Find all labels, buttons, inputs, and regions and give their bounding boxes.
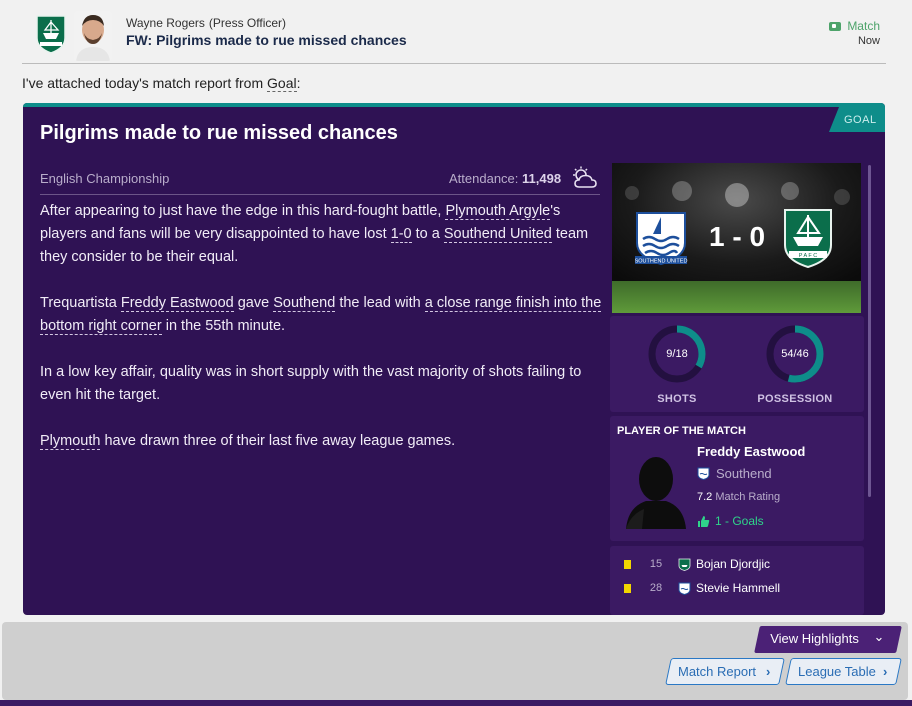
potm-rating: 7.2 Match Rating — [697, 491, 780, 503]
competition-link[interactable]: English Championship — [40, 171, 169, 186]
bottom-border — [0, 700, 912, 706]
score-link[interactable]: 1-0 — [390, 226, 412, 243]
event-row[interactable]: 15 Bojan Djordjic — [610, 555, 864, 575]
paragraph-3: In a low key affair, quality was in shor… — [40, 364, 582, 403]
final-score: 1 - 0 — [708, 221, 766, 252]
match-report-label: Match Report — [678, 664, 757, 679]
yellow-card-icon — [624, 560, 631, 569]
sender-line: Wayne Rogers (Press Officer) — [126, 16, 286, 30]
attendance-label: Attendance: — [449, 171, 519, 186]
intro-suffix: : — [296, 75, 301, 91]
team-link[interactable]: Plymouth Argyle — [445, 203, 551, 220]
plymouth-crest-icon[interactable]: P A F C — [781, 207, 835, 269]
chevron-down-icon: ⌄ — [873, 629, 885, 644]
southend-crest-icon — [697, 467, 710, 480]
event-row[interactable]: 28 Stevie Hammell — [610, 579, 864, 599]
view-highlights-button[interactable]: View Highlights ⌄ — [754, 626, 902, 653]
shots-ring[interactable]: 9/18 — [647, 324, 707, 384]
message-header: Wayne Rogers (Press Officer) FW: Pilgrims… — [0, 0, 912, 66]
player-link[interactable]: Freddy Eastwood — [120, 295, 234, 312]
league-table-label: League Table — [798, 664, 876, 679]
potm-heading: PLAYER OF THE MATCH — [617, 425, 746, 437]
shots-label: SHOTS — [657, 393, 697, 405]
sidebar-scrollbar[interactable] — [868, 165, 871, 497]
shots-value: 9/18 — [666, 348, 688, 360]
sender-avatar[interactable] — [74, 11, 112, 61]
plymouth-crest-icon[interactable] — [34, 14, 68, 54]
potm-rating-value: 7.2 — [697, 491, 713, 503]
match-tag-label: Match — [847, 19, 880, 33]
potm-rating-label: Match Rating — [715, 491, 781, 503]
yellow-card-icon — [624, 584, 631, 593]
header-divider — [22, 63, 886, 64]
paragraph-2: Trequartista Freddy Eastwood gave Southe… — [40, 295, 602, 335]
player-silhouette-icon[interactable] — [624, 453, 688, 529]
team-link[interactable]: Southend United — [443, 226, 552, 243]
team-link[interactable]: Plymouth — [40, 433, 101, 450]
home-crest-text: SOUTHEND UNITED — [635, 259, 688, 265]
match-events-panel: 15 Bojan Djordjic 28 Stevie Hammell — [610, 546, 864, 615]
message-time: Now — [857, 35, 880, 47]
southend-crest-icon — [678, 582, 691, 595]
ticket-icon — [829, 21, 842, 31]
away-crest-text: P A F C — [799, 253, 818, 259]
potm-club-name: Southend — [716, 466, 772, 481]
plymouth-crest-icon — [678, 558, 691, 571]
potm-club[interactable]: Southend — [697, 466, 772, 481]
southend-crest-icon[interactable]: SOUTHEND UNITED — [631, 209, 691, 267]
match-report-button[interactable]: Match Report › — [665, 658, 785, 685]
thumbs-up-icon — [698, 515, 710, 527]
attendance: Attendance: 11,498 — [449, 171, 561, 186]
sender-role: (Press Officer) — [208, 16, 287, 30]
event-player[interactable]: Bojan Djordjic — [696, 557, 770, 571]
sender-name[interactable]: Wayne Rogers — [126, 16, 205, 30]
match-stats-panel: 9/18 SHOTS 54/46 POSSESSION — [610, 316, 864, 412]
card-accent-bar — [23, 103, 885, 107]
source-link[interactable]: Goal — [267, 75, 297, 92]
potm-goals: 1 - Goals — [697, 514, 764, 528]
league-table-button[interactable]: League Table › — [785, 658, 902, 685]
intro-text: I've attached today's match report from … — [22, 75, 301, 92]
potm-goals-label: 1 - Goals — [715, 514, 764, 528]
chevron-right-icon: › — [766, 664, 771, 679]
attendance-value: 11,498 — [522, 171, 562, 186]
paragraph-1: After appearing to just have the edge in… — [40, 203, 589, 265]
potm-player-name[interactable]: Freddy Eastwood — [697, 444, 805, 459]
paragraph-4: Plymouth have drawn three of their last … — [40, 433, 456, 450]
message-subject: FW: Pilgrims made to rue missed chances — [126, 32, 407, 48]
match-report-card: GOAL Pilgrims made to rue missed chances… — [23, 103, 885, 615]
event-minute: 15 — [649, 558, 663, 570]
view-highlights-label: View Highlights — [770, 631, 859, 646]
article-title: Pilgrims made to rue missed chances — [40, 122, 398, 144]
chevron-right-icon: › — [883, 664, 888, 679]
meta-divider — [40, 194, 600, 195]
event-minute: 28 — [649, 582, 663, 594]
event-player[interactable]: Stevie Hammell — [696, 581, 780, 595]
score-banner[interactable]: SOUTHEND UNITED 1 - 0 P A F C — [612, 163, 861, 313]
source-badge: GOAL — [829, 107, 885, 132]
possession-value: 54/46 — [781, 348, 809, 360]
team-link[interactable]: Southend — [273, 295, 336, 312]
possession-label: POSSESSION — [757, 393, 833, 405]
player-of-match-panel: PLAYER OF THE MATCH Freddy Eastwood Sout… — [610, 416, 864, 541]
article-body: After appearing to just have the edge in… — [40, 200, 606, 476]
possession-ring[interactable]: 54/46 — [765, 324, 825, 384]
match-tag: Match — [829, 19, 880, 33]
intro-prefix: I've attached today's match report from — [22, 75, 268, 91]
partly-cloudy-icon — [573, 166, 597, 188]
